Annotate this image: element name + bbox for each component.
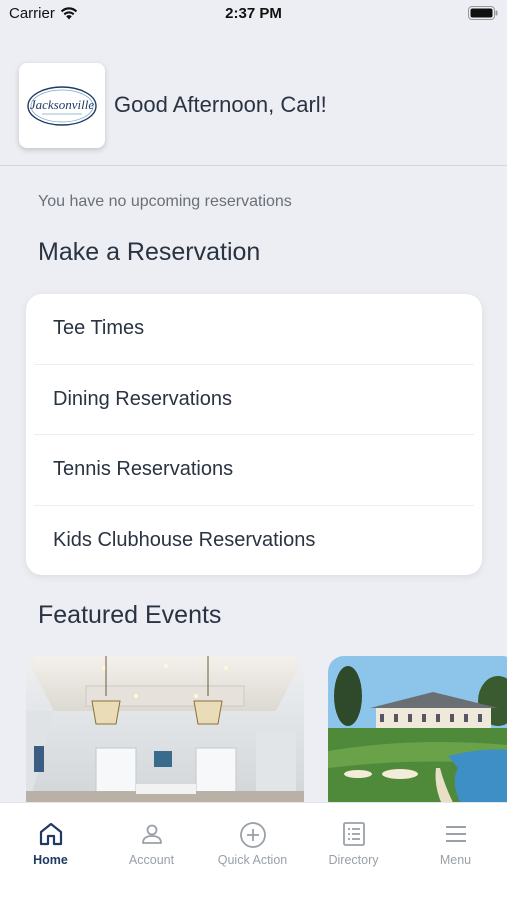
featured-events-title: Featured Events	[38, 601, 222, 629]
reservation-item-tee-times[interactable]: Tee Times	[34, 294, 474, 365]
tab-label: Home	[33, 853, 68, 867]
tab-menu[interactable]: Menu	[405, 803, 506, 883]
tab-account[interactable]: Account	[101, 803, 202, 883]
reservation-item-label: Tee Times	[53, 317, 145, 340]
plus-circle-icon	[239, 822, 266, 848]
account-icon	[141, 824, 162, 844]
directory-icon	[342, 822, 365, 846]
home-icon	[39, 822, 62, 846]
greeting: Good Afternoon, Carl!	[114, 92, 327, 117]
tab-home[interactable]: Home	[0, 803, 101, 883]
reservation-card: Tee Times Dining Reservations Tennis Res…	[26, 294, 482, 575]
reservation-item-tennis[interactable]: Tennis Reservations	[34, 435, 474, 506]
no-reservations-message: You have no upcoming reservations	[38, 193, 292, 210]
battery-icon	[468, 6, 498, 20]
reservation-item-kids-clubhouse[interactable]: Kids Clubhouse Reservations	[34, 506, 474, 576]
status-bar: Carrier 2:37 PM	[0, 0, 507, 28]
golf-course-photo	[328, 656, 507, 816]
header: Jacksonville Good Afternoon, Carl!	[0, 60, 507, 166]
featured-event-card[interactable]	[328, 656, 507, 816]
tab-label: Quick Action	[217, 853, 288, 867]
tab-directory[interactable]: Directory	[303, 803, 404, 883]
tab-label: Directory	[328, 853, 379, 867]
reservation-item-label: Kids Clubhouse Reservations	[53, 528, 316, 551]
featured-event-card[interactable]	[26, 656, 304, 816]
status-time: 2:37 PM	[225, 5, 282, 22]
menu-icon	[445, 826, 466, 842]
make-reservation-title: Make a Reservation	[38, 238, 261, 266]
reservation-item-dining[interactable]: Dining Reservations	[34, 365, 474, 435]
tab-quick-action[interactable]: Quick Action	[202, 803, 303, 883]
tab-label: Menu	[439, 853, 472, 867]
tab-label: Account	[128, 853, 175, 867]
reservation-item-label: Dining Reservations	[53, 387, 232, 410]
club-logo-emblem: Jacksonville	[27, 85, 97, 126]
club-logo-text: Jacksonville	[30, 97, 94, 112]
tab-bar: Home Account Quick Action Directory Menu	[0, 802, 507, 900]
ballroom-photo	[26, 656, 304, 816]
club-logo: Jacksonville	[19, 63, 105, 148]
reservation-item-label: Tennis Reservations	[53, 458, 234, 481]
